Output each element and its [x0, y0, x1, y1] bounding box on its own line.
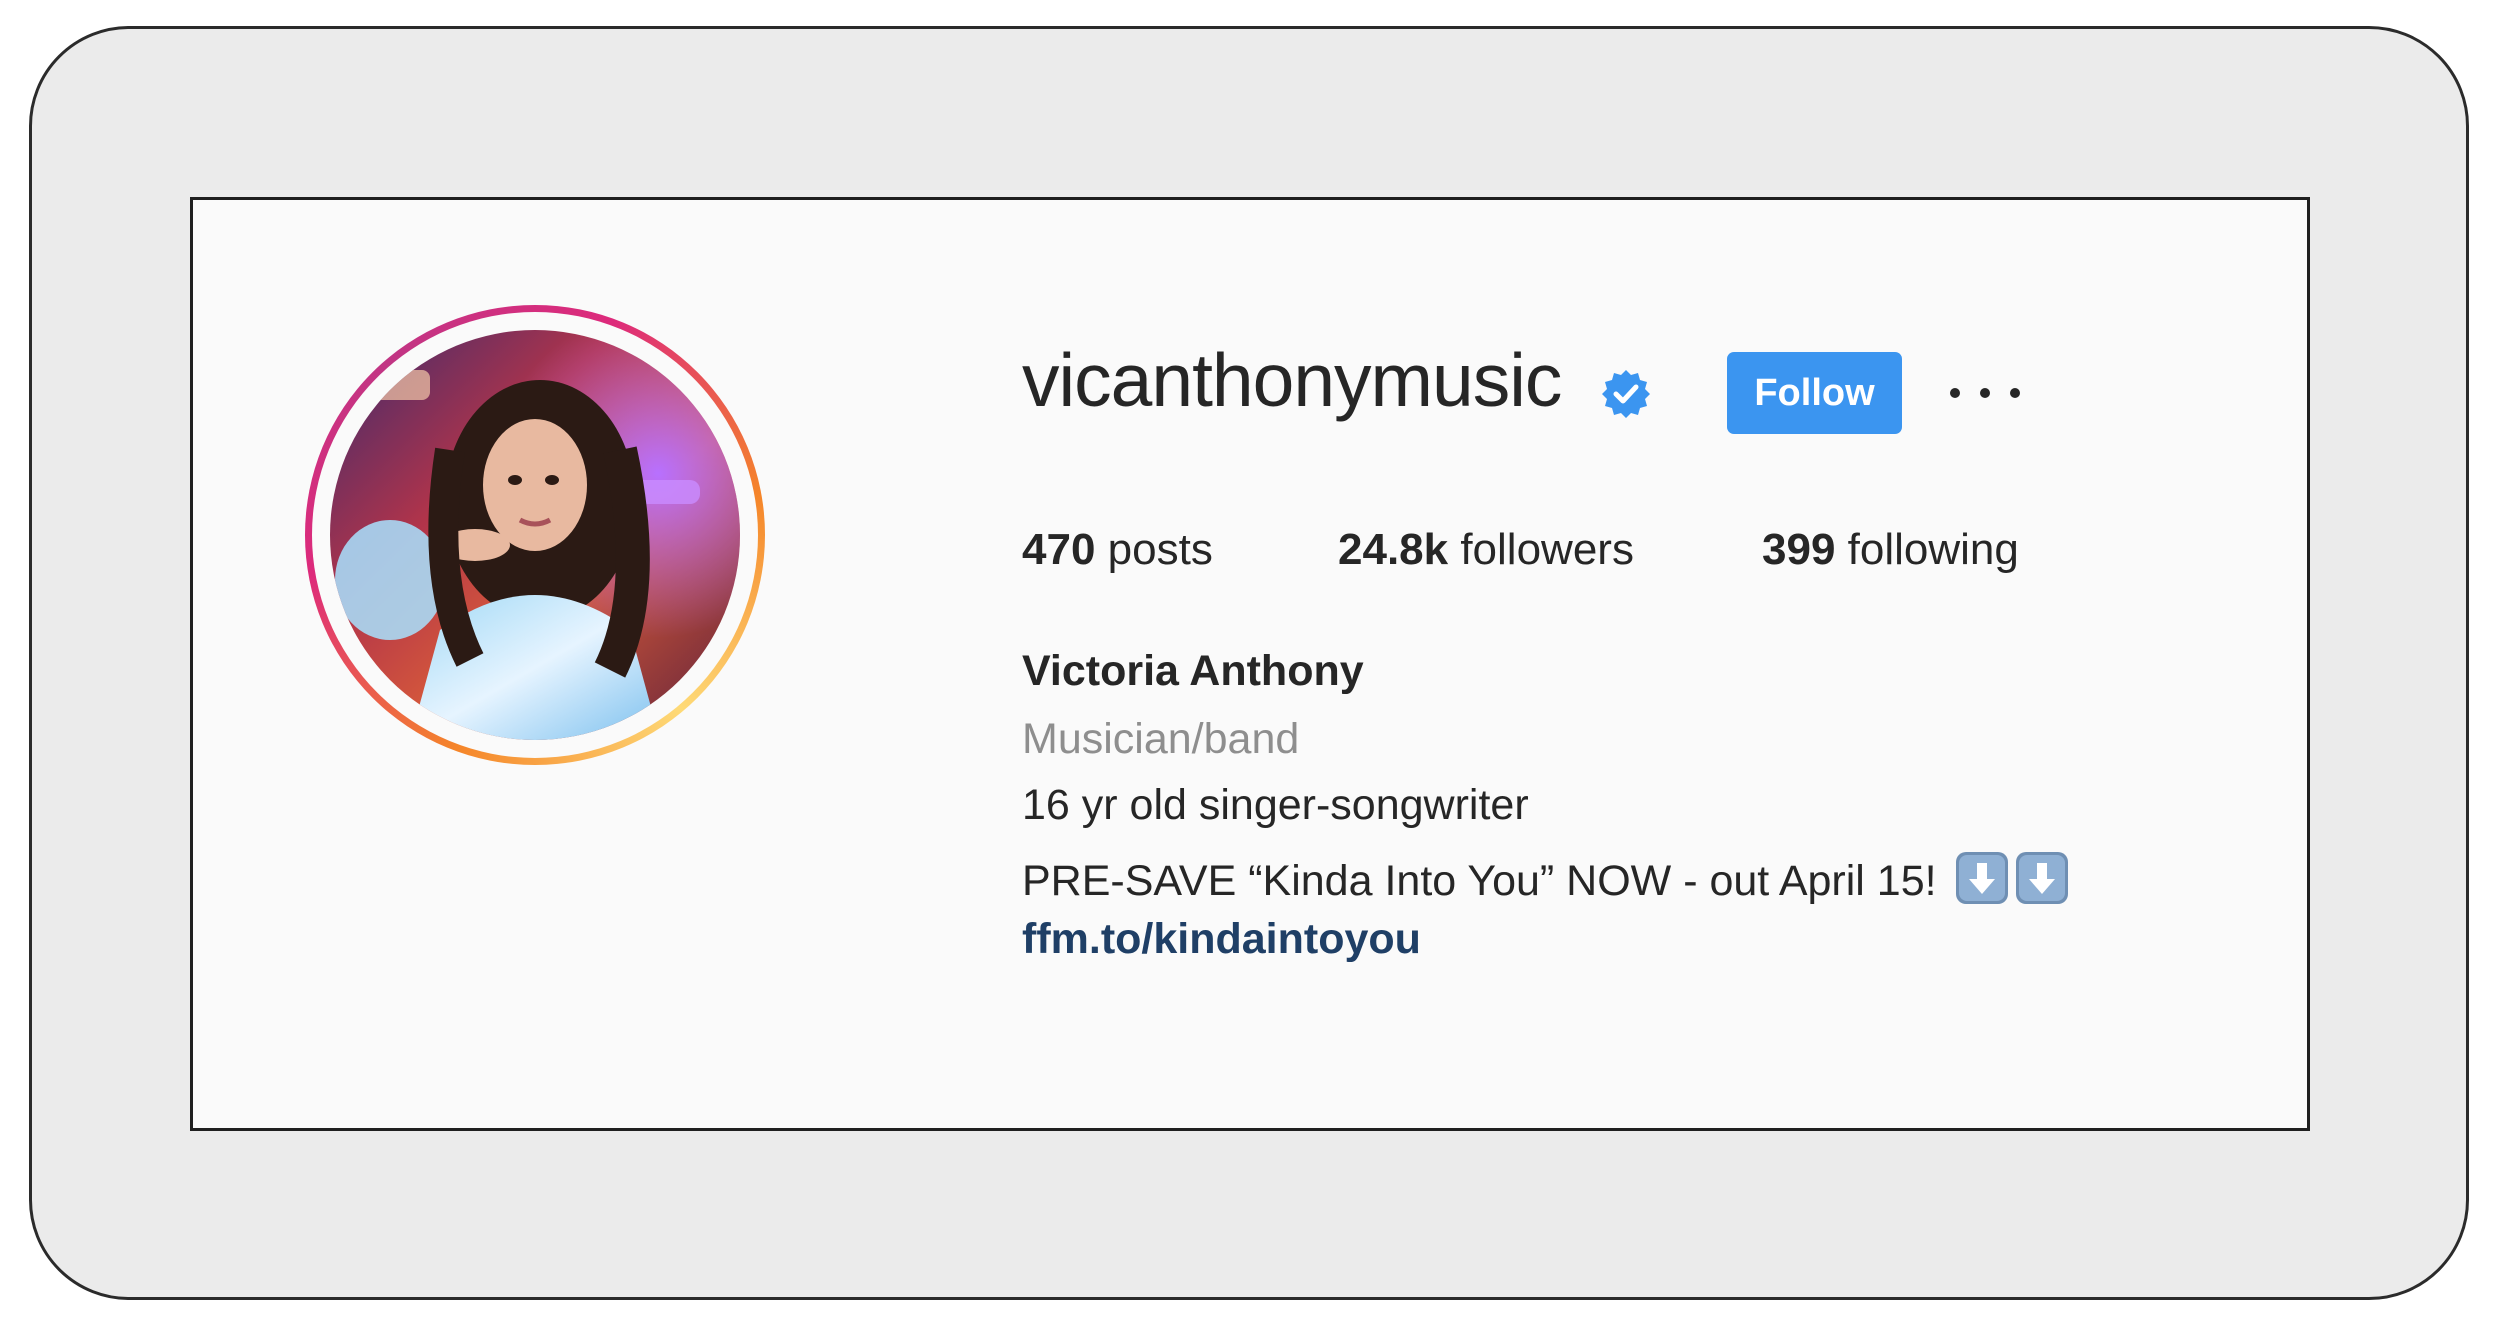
following-count: 399	[1762, 525, 1836, 574]
posts-label: posts	[1095, 525, 1213, 574]
bio-link[interactable]: ffm.to/kindaintoyou	[1022, 918, 1421, 961]
down-arrow-icon	[2015, 852, 2068, 904]
profile-avatar[interactable]	[305, 305, 765, 765]
avatar-photo	[330, 330, 740, 740]
followers-count: 24.8k	[1338, 525, 1449, 574]
bio-line-presave: PRE-SAVE “Kinda Into You” NOW - out Apri…	[1022, 851, 2069, 905]
profile-username: vicanthonymusic	[1022, 338, 1562, 422]
bio-presave-text: PRE-SAVE “Kinda Into You” NOW - out Apri…	[1022, 857, 1949, 905]
more-dot	[1980, 388, 1990, 398]
bio-full-name: Victoria Anthony	[1022, 647, 1364, 695]
following-stat[interactable]: 399 following	[1762, 528, 2019, 572]
bio-category: Musician/band	[1022, 715, 1300, 763]
avatar-photo-illustration	[330, 330, 740, 740]
down-arrow-icon	[1955, 852, 2008, 904]
followers-label: followers	[1448, 525, 1634, 574]
more-options-icon[interactable]	[1950, 372, 2020, 414]
posts-count: 470	[1022, 525, 1096, 574]
verified-badge-icon	[1602, 370, 1650, 418]
followers-stat[interactable]: 24.8k followers	[1338, 528, 1634, 572]
more-dot	[2010, 388, 2020, 398]
avatar-ring-gap	[312, 312, 758, 758]
more-dot	[1950, 388, 1960, 398]
follow-button[interactable]: Follow	[1727, 352, 1902, 434]
following-label: following	[1835, 525, 2019, 574]
bio-line: 16 yr old singer-songwriter	[1022, 781, 1529, 829]
posts-stat: 470 posts	[1022, 528, 1213, 572]
